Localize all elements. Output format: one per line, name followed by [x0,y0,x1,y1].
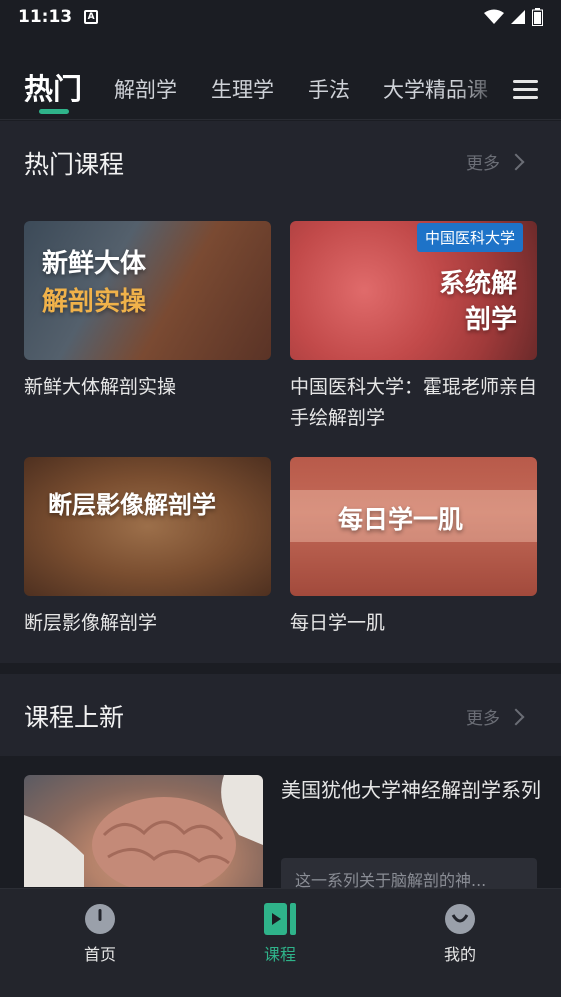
thumb-text: 系统解 [438,269,517,299]
tab-hot[interactable]: 热门 [24,66,82,108]
course-title: 中国医科大学：霍琨老师亲自手绘解剖学 [290,376,538,429]
thumb-text: 新鲜大体 [42,249,147,279]
thumb-text: 剖学 [464,305,517,335]
new-course-thumbnail[interactable] [24,775,263,887]
nav-label: 我的 [443,945,476,964]
tab-technique[interactable]: 手法 [308,74,350,104]
battery-icon [532,8,543,26]
course-card[interactable]: 中国医科大学 系统解 剖学 中国医科大学：霍琨老师亲自手绘解剖学 [290,221,537,434]
nav-label: 首页 [83,945,116,964]
new-course-description: 这一系列关于脑解剖的神... [281,858,537,892]
new-course-title[interactable]: 美国犹他大学神经解剖学系列 [281,775,541,806]
university-badge: 中国医科大学 [416,223,523,252]
course-thumbnail: 新鲜大体 解剖实操 [24,221,271,360]
course-card[interactable]: 断层影像解剖学 断层影像解剖学 [24,457,271,639]
new-courses-header: 课程上新 更多 [0,674,561,756]
status-time: 11:13 [18,7,73,27]
tab-physiology[interactable]: 生理学 [211,74,274,104]
status-icons [484,8,543,26]
status-bar: 11:13 A [0,0,561,34]
course-title: 每日学一肌 [290,612,386,634]
tab-anatomy[interactable]: 解剖学 [114,74,177,104]
thumb-text: 断层影像解剖学 [48,491,216,519]
tab-active-indicator [39,109,69,114]
chevron-right-icon [507,708,525,725]
more-label: 更多 [466,709,500,729]
category-tabs: 热门 解剖学 生理学 手法 大学精品课 [0,60,561,120]
thumb-text: 每日学一肌 [338,505,464,534]
nav-home[interactable]: 首页 [60,903,140,965]
section-title-new: 课程上新 [24,703,125,732]
course-play-icon [264,903,296,935]
more-label: 更多 [466,154,500,174]
notification-icon: A [84,10,99,24]
thumb-text: 解剖实操 [42,287,147,317]
hot-courses-section: 热门课程 更多 新鲜大体 解剖实操 新鲜大体解剖实操 中国医科大学 系统解 剖学… [0,121,561,663]
signal-icon [511,10,525,24]
tab-fade [455,60,505,118]
home-icon [84,903,116,935]
brain-illustration [24,775,263,887]
course-title: 新鲜大体解剖实操 [24,376,177,398]
nav-course[interactable]: 课程 [240,903,320,965]
course-thumbnail: 每日学一肌 [290,457,537,596]
course-thumbnail: 中国医科大学 系统解 剖学 [290,221,537,360]
bottom-navigation: 首页 课程 我的 [0,888,561,997]
profile-icon [444,903,476,935]
hot-more-link[interactable]: 更多 [466,149,525,174]
course-card[interactable]: 新鲜大体 解剖实操 新鲜大体解剖实操 [24,221,271,403]
section-title-hot: 热门课程 [24,150,125,179]
chevron-right-icon [507,153,525,170]
new-more-link[interactable]: 更多 [466,704,525,729]
course-card[interactable]: 每日学一肌 每日学一肌 [290,457,537,639]
nav-label: 课程 [263,945,296,964]
menu-icon[interactable] [513,80,538,100]
wifi-icon [484,9,504,24]
nav-profile[interactable]: 我的 [420,903,500,965]
course-title: 断层影像解剖学 [24,612,158,634]
course-thumbnail: 断层影像解剖学 [24,457,271,596]
